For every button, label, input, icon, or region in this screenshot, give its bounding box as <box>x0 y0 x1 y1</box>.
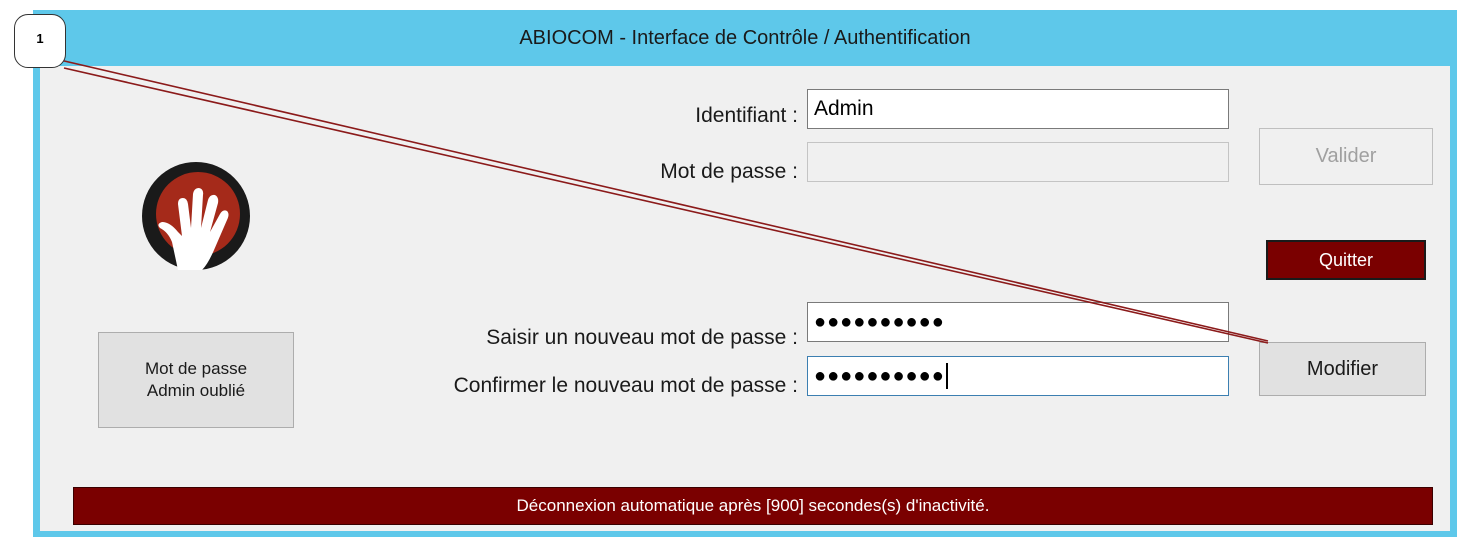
app-window: ABIOCOM - Interface de Contrôle / Authen… <box>33 10 1457 537</box>
confirm-password-value: ●●●●●●●●●● <box>814 364 945 387</box>
new-password-value: ●●●●●●●●●● <box>814 310 945 333</box>
hand-stop-icon <box>138 158 254 274</box>
confirm-password-label: Confirmer le nouveau mot de passe : <box>453 374 798 397</box>
forgot-line-2: Admin oublié <box>146 381 246 400</box>
password-label: Mot de passe : <box>660 160 798 183</box>
identifiant-label: Identifiant : <box>695 104 798 127</box>
window-title: ABIOCOM - Interface de Contrôle / Authen… <box>519 26 971 49</box>
forgot-password-button[interactable]: Mot de passe Admin oublié <box>98 332 294 428</box>
new-password-label: Saisir un nouveau mot de passe : <box>486 326 798 349</box>
callout-badge: 1 <box>14 14 66 68</box>
confirm-password-input[interactable]: ●●●●●●●●●● <box>807 356 1229 396</box>
identifiant-input[interactable]: Admin <box>807 89 1229 129</box>
quit-button[interactable]: Quitter <box>1266 240 1426 280</box>
password-input[interactable] <box>807 142 1229 182</box>
identifiant-value: Admin <box>814 97 874 120</box>
forgot-line-1: Mot de passe <box>144 359 248 378</box>
text-caret <box>945 363 948 389</box>
new-password-input[interactable]: ●●●●●●●●●● <box>807 302 1229 342</box>
client-area: Identifiant : Admin Mot de passe : Valid… <box>40 66 1450 531</box>
modify-button[interactable]: Modifier <box>1259 342 1426 396</box>
validate-button[interactable]: Valider <box>1259 128 1433 185</box>
status-bar: Déconnexion automatique après [900] seco… <box>73 487 1433 525</box>
